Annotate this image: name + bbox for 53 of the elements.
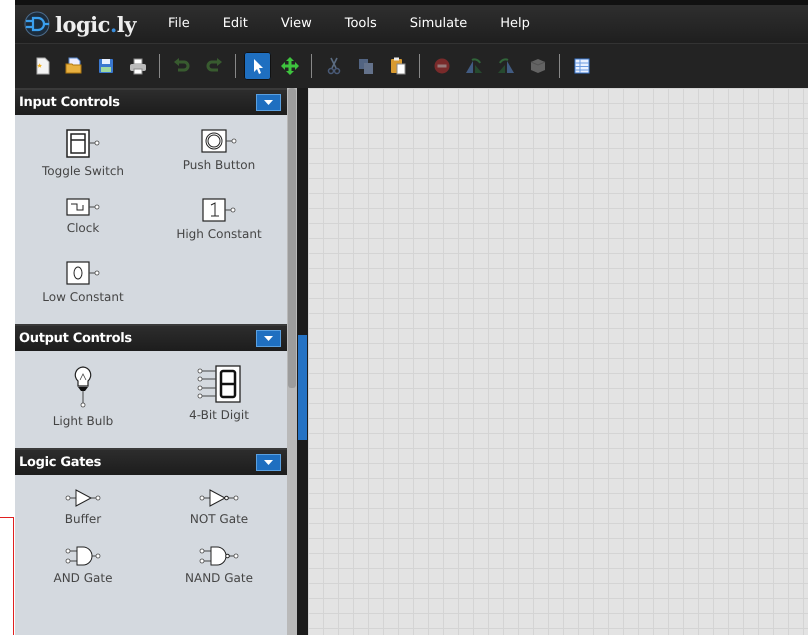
- section-title: Logic Gates: [19, 454, 102, 472]
- section-title: Input Controls: [19, 94, 120, 112]
- scrollbar[interactable]: [287, 88, 297, 635]
- component-label: Clock: [66, 220, 100, 237]
- component-label: Buffer: [64, 511, 102, 528]
- component-label: Toggle Switch: [42, 163, 124, 180]
- component-label: AND Gate: [54, 570, 112, 587]
- logo-icon: [23, 11, 51, 37]
- pointer-tool[interactable]: [244, 52, 271, 80]
- component-label: Low Constant: [42, 289, 124, 306]
- menu-item[interactable]: Tools: [344, 10, 377, 38]
- dropdown-button[interactable]: [256, 454, 281, 471]
- menu-item[interactable]: Help: [500, 10, 530, 38]
- component-label: High Constant: [176, 226, 262, 243]
- app-logo: logic.ly: [55, 14, 136, 34]
- clock-icon[interactable]: [66, 198, 100, 216]
- menu-item[interactable]: View: [280, 10, 312, 38]
- dropdown-button[interactable]: [256, 330, 281, 347]
- buffer-gate-icon[interactable]: [65, 489, 101, 507]
- component-label: 4-Bit Digit: [189, 407, 249, 424]
- toggle-switch-icon[interactable]: [66, 129, 100, 159]
- section-header[interactable]: Logic Gates: [15, 448, 287, 475]
- caret-icon: [264, 460, 273, 466]
- caret-icon: [264, 100, 273, 106]
- and-gate-icon[interactable]: [65, 546, 101, 566]
- splitter-handle[interactable]: [298, 335, 307, 440]
- nand-gate-icon[interactable]: [199, 546, 239, 566]
- component-label: Push Button: [182, 157, 256, 174]
- flip-icon: [464, 56, 484, 76]
- seven-segment-icon[interactable]: [196, 365, 242, 403]
- component-label: Light Bulb: [52, 413, 114, 430]
- caret-icon: [264, 336, 273, 342]
- table-icon: [572, 56, 592, 76]
- menu-item[interactable]: File: [168, 10, 190, 38]
- menu-item[interactable]: Edit: [222, 10, 248, 38]
- move-icon: [280, 56, 300, 76]
- section-header[interactable]: Input Controls: [15, 88, 287, 115]
- light-bulb-icon[interactable]: [73, 365, 93, 409]
- folder-icon: [64, 56, 84, 76]
- menu-item[interactable]: Simulate: [410, 10, 468, 38]
- section-header[interactable]: Output Controls: [15, 324, 287, 351]
- dropdown-button[interactable]: [256, 94, 281, 111]
- component-label: NOT Gate: [190, 511, 248, 528]
- not-gate-icon[interactable]: [199, 489, 239, 507]
- flip-icon: [496, 56, 516, 76]
- printer-icon: [128, 56, 148, 76]
- component-label: NAND Gate: [185, 570, 253, 587]
- push-button-icon[interactable]: [201, 129, 237, 153]
- section-title: Output Controls: [19, 330, 132, 348]
- one-icon[interactable]: [202, 198, 236, 222]
- zero-icon[interactable]: [66, 261, 100, 285]
- scrollbar-thumb[interactable]: [288, 88, 296, 388]
- no-entry-icon: [432, 56, 452, 76]
